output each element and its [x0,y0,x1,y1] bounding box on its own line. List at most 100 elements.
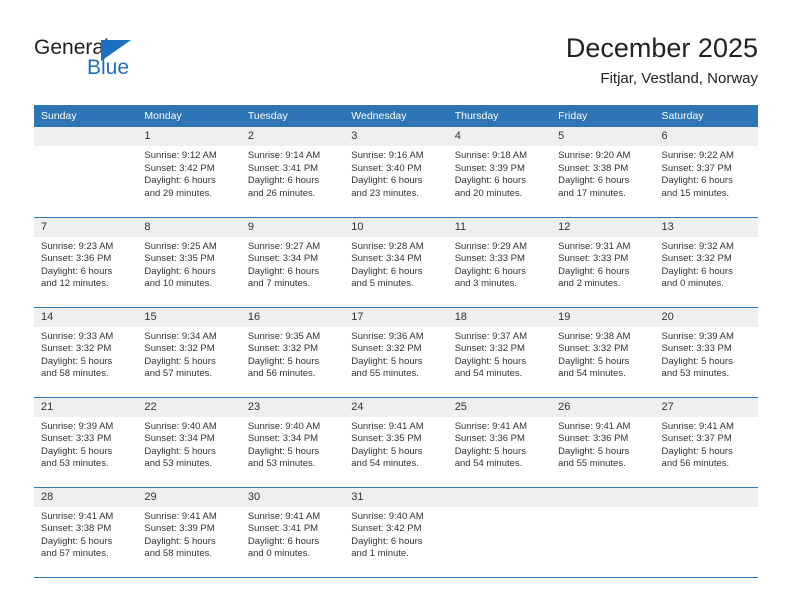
calendar-day-cell[interactable]: 26 Sunrise: 9:41 AM Sunset: 3:36 PM Dayligh… [551,397,655,488]
calendar-day-cell[interactable]: 11 Sunrise: 9:29 AM Sunset: 3:33 PM Dayligh… [447,217,552,308]
day-cell-inner: 2 Sunrise: 9:14 AM Sunset: 3:41 PM Daylight… [240,127,345,217]
day-sunset-text: Sunset: 3:40 PM [351,162,422,174]
day-sunrise-text: Sunrise: 9:34 AM [144,330,217,342]
day-daylight-1-text: Daylight: 6 hours [454,265,526,277]
day-daylight-1-text: Daylight: 6 hours [144,175,216,187]
day-daylight-2-text: and 2 minutes. [558,278,621,290]
day-details: Sunrise: 9:39 AM Sunset: 3:33 PM Daylight:… [34,417,137,471]
day-details: Sunrise: 9:41 AM Sunset: 3:41 PM Daylight:… [241,507,344,561]
day-daylight-2-text: and 0 minutes. [247,548,311,560]
day-details: Sunrise: 9:28 AM Sunset: 3:34 PM Daylight:… [344,237,447,291]
day-sunset-text: Sunset: 3:36 PM [454,433,525,445]
day-details: Sunrise: 9:40 AM Sunset: 3:34 PM Daylight:… [241,417,344,471]
day-sunrise-text: Sunrise: 9:25 AM [144,240,217,252]
day-daylight-2-text: and 20 minutes. [454,187,523,199]
calendar-day-cell[interactable]: 19 Sunrise: 9:38 AM Sunset: 3:32 PM Dayligh… [551,307,655,398]
day-sunset-text: Sunset: 3:42 PM [351,523,422,535]
calendar-day-cell[interactable]: 13 Sunrise: 9:32 AM Sunset: 3:32 PM Dayligh… [654,217,758,308]
day-cell-inner: 20 Sunrise: 9:39 AM Sunset: 3:33 PM Dayligh… [654,307,758,397]
calendar-day-cell[interactable]: 17 Sunrise: 9:36 AM Sunset: 3:32 PM Dayligh… [344,307,448,398]
day-daylight-1-text: Daylight: 5 hours [41,445,113,457]
day-sunrise-text: Sunrise: 9:37 AM [454,330,528,342]
calendar-day-cell[interactable]: 4 Sunrise: 9:18 AM Sunset: 3:39 PM Daylight… [447,127,552,218]
day-daylight-2-text: and 26 minutes. [247,187,316,199]
calendar-day-cell[interactable]: 21 Sunrise: 9:39 AM Sunset: 3:33 PM Dayligh… [34,397,138,488]
day-number: 1 [137,127,241,146]
day-details: Sunrise: 9:29 AM Sunset: 3:33 PM Daylight:… [448,237,551,291]
calendar-header-row: Sunday Monday Tuesday Wednesday Thursday Frid… [34,105,758,127]
day-number: 14 [34,307,138,327]
calendar-day-cell[interactable]: 15 Sunrise: 9:34 AM Sunset: 3:32 PM Dayligh… [137,307,241,398]
day-number: 24 [344,397,448,417]
day-details: Sunrise: 9:41 AM Sunset: 3:39 PM Daylight:… [137,507,240,561]
calendar-day-cell[interactable]: 24 Sunrise: 9:41 AM Sunset: 3:35 PM Dayligh… [344,397,448,488]
day-daylight-1-text: Daylight: 5 hours [144,535,216,547]
day-number: 11 [447,217,552,237]
calendar-day-cell[interactable]: 27 Sunrise: 9:41 AM Sunset: 3:37 PM Dayligh… [654,397,758,488]
day-daylight-2-text: and 17 minutes. [558,187,626,199]
day-number [447,487,552,507]
day-number [551,487,655,507]
calendar-day-cell[interactable]: 25 Sunrise: 9:41 AM Sunset: 3:36 PM Dayligh… [447,397,552,488]
day-details: Sunrise: 9:22 AM Sunset: 3:37 PM Daylight:… [655,146,758,200]
day-daylight-1-text: Daylight: 5 hours [558,445,630,457]
day-daylight-1-text: Daylight: 6 hours [661,265,733,277]
day-cell-inner: 18 Sunrise: 9:37 AM Sunset: 3:32 PM Dayligh… [447,307,552,397]
calendar-day-cell[interactable]: 28 Sunrise: 9:41 AM Sunset: 3:38 PM Dayligh… [34,487,138,578]
calendar-day-cell[interactable]: 16 Sunrise: 9:35 AM Sunset: 3:32 PM Dayligh… [240,307,345,398]
day-daylight-1-text: Daylight: 6 hours [144,265,216,277]
calendar-day-cell[interactable]: 18 Sunrise: 9:37 AM Sunset: 3:32 PM Dayligh… [447,307,552,398]
day-daylight-2-text: and 54 minutes. [351,458,419,470]
day-number: 8 [137,217,241,237]
calendar-day-cell[interactable]: 12 Sunrise: 9:31 AM Sunset: 3:33 PM Dayligh… [551,217,655,308]
day-daylight-2-text: and 1 minute. [351,548,409,560]
calendar-day-cell[interactable]: 1 Sunrise: 9:12 AM Sunset: 3:42 PM Daylight… [137,127,241,218]
calendar-day-cell[interactable]: 23 Sunrise: 9:40 AM Sunset: 3:34 PM Dayligh… [240,397,345,488]
calendar-day-cell[interactable]: 7 Sunrise: 9:23 AM Sunset: 3:36 PM Daylight… [34,217,138,308]
calendar-day-cell[interactable]: 8 Sunrise: 9:25 AM Sunset: 3:35 PM Daylight… [137,217,241,308]
day-details: Sunrise: 9:20 AM Sunset: 3:38 PM Daylight:… [551,146,654,200]
day-cell-inner: 23 Sunrise: 9:40 AM Sunset: 3:34 PM Dayligh… [240,397,345,487]
day-sunrise-text: Sunrise: 9:33 AM [41,330,114,342]
day-daylight-2-text: and 55 minutes. [558,458,626,470]
day-number: 10 [344,217,448,237]
calendar-day-cell[interactable]: 30 Sunrise: 9:41 AM Sunset: 3:41 PM Dayligh… [240,487,345,578]
calendar-day-cell[interactable]: 3 Sunrise: 9:16 AM Sunset: 3:40 PM Daylight… [344,127,448,218]
day-details: Sunrise: 9:40 AM Sunset: 3:34 PM Daylight:… [137,417,240,471]
day-daylight-1-text: Daylight: 6 hours [351,535,423,547]
calendar-day-cell[interactable]: 9 Sunrise: 9:27 AM Sunset: 3:34 PM Daylight… [240,217,345,308]
day-daylight-1-text: Daylight: 6 hours [41,265,113,277]
calendar-day-cell[interactable]: 2 Sunrise: 9:14 AM Sunset: 3:41 PM Daylight… [240,127,345,218]
day-details: Sunrise: 9:41 AM Sunset: 3:38 PM Daylight:… [34,507,137,561]
day-details: Sunrise: 9:35 AM Sunset: 3:32 PM Daylight:… [241,327,344,381]
day-sunset-text: Sunset: 3:33 PM [454,253,525,265]
day-cell-inner: 13 Sunrise: 9:32 AM Sunset: 3:32 PM Dayligh… [654,217,758,307]
calendar-day-cell[interactable]: 6 Sunrise: 9:22 AM Sunset: 3:37 PM Daylight… [654,127,758,218]
calendar-day-cell[interactable]: 20 Sunrise: 9:39 AM Sunset: 3:33 PM Dayligh… [654,307,758,398]
day-details: Sunrise: 9:33 AM Sunset: 3:32 PM Daylight:… [34,327,137,381]
day-number: 25 [447,397,552,417]
day-daylight-1-text: Daylight: 6 hours [247,175,320,187]
calendar-day-cell[interactable]: 31 Sunrise: 9:40 AM Sunset: 3:42 PM Dayligh… [344,487,448,578]
day-cell-inner [34,127,138,217]
day-cell-inner: 8 Sunrise: 9:25 AM Sunset: 3:35 PM Daylight… [137,217,241,307]
day-daylight-1-text: Daylight: 6 hours [454,175,526,187]
day-cell-inner: 11 Sunrise: 9:29 AM Sunset: 3:33 PM Dayligh… [447,217,552,307]
weekday-header-monday: Monday [137,105,241,127]
calendar-day-cell[interactable]: 5 Sunrise: 9:20 AM Sunset: 3:38 PM Daylight… [551,127,655,218]
day-number: 13 [654,217,758,237]
brand-logo[interactable]: General Blue [34,36,234,86]
calendar-day-cell[interactable]: 14 Sunrise: 9:33 AM Sunset: 3:32 PM Dayligh… [34,307,138,398]
day-daylight-1-text: Daylight: 6 hours [247,535,320,547]
day-daylight-2-text: and 0 minutes. [661,278,724,290]
calendar-day-cell[interactable]: 29 Sunrise: 9:41 AM Sunset: 3:39 PM Dayligh… [137,487,241,578]
weekday-header-thursday: Thursday [447,105,552,127]
day-sunset-text: Sunset: 3:33 PM [558,253,629,265]
day-daylight-1-text: Daylight: 5 hours [351,355,423,367]
calendar-day-cell[interactable]: 22 Sunrise: 9:40 AM Sunset: 3:34 PM Dayligh… [137,397,241,488]
calendar-day-cell[interactable]: 10 Sunrise: 9:28 AM Sunset: 3:34 PM Dayligh… [344,217,448,308]
day-sunset-text: Sunset: 3:41 PM [247,162,319,174]
day-details: Sunrise: 9:41 AM Sunset: 3:36 PM Daylight:… [551,417,654,471]
day-number: 27 [654,397,758,417]
day-sunrise-text: Sunrise: 9:39 AM [41,420,114,432]
